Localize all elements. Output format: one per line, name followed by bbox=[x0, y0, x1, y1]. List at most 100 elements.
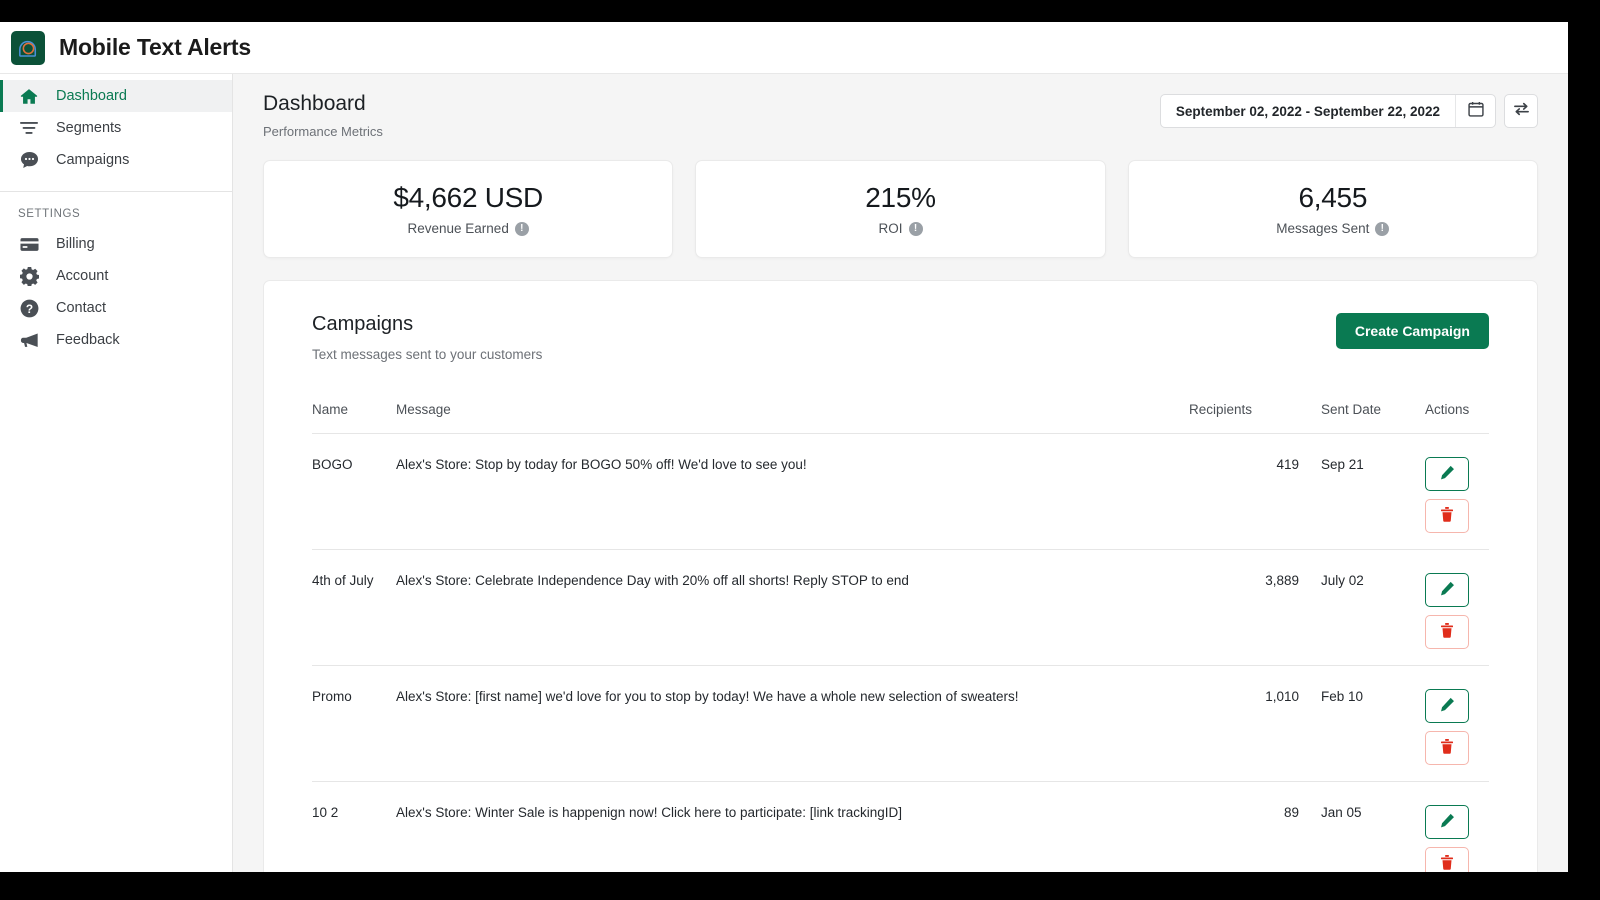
cell-name: BOGO bbox=[312, 433, 396, 550]
sidebar-item-segments[interactable]: Segments bbox=[0, 112, 232, 144]
trash-icon bbox=[1440, 507, 1454, 525]
credit-card-icon bbox=[18, 234, 40, 254]
table-row: Promo Alex's Store: [first name] we'd lo… bbox=[312, 665, 1489, 782]
sidebar-item-billing[interactable]: Billing bbox=[0, 228, 232, 260]
date-range-picker[interactable]: September 02, 2022 - September 22, 2022 bbox=[1159, 94, 1496, 128]
campaigns-subtitle: Text messages sent to your customers bbox=[312, 347, 543, 362]
metric-card-revenue: $4,662 USD Revenue Earned ! bbox=[263, 160, 674, 258]
sidebar-item-label: Dashboard bbox=[56, 88, 127, 104]
metrics-row: $4,662 USD Revenue Earned ! 215% ROI ! 6… bbox=[263, 160, 1538, 258]
sidebar-item-dashboard[interactable]: Dashboard bbox=[0, 80, 232, 112]
app-viewport: Mobile Text Alerts Dashboard Segments Ca… bbox=[0, 22, 1568, 872]
table-row: 10 2 Alex's Store: Winter Sale is happen… bbox=[312, 781, 1489, 872]
cell-name: 4th of July bbox=[312, 549, 396, 666]
delete-campaign-button[interactable] bbox=[1425, 731, 1469, 765]
campaigns-panel-header: Campaigns Text messages sent to your cus… bbox=[312, 313, 1489, 362]
cell-name: 10 2 bbox=[312, 781, 396, 872]
metric-label-text: Messages Sent bbox=[1276, 221, 1370, 236]
brand-logo-icon bbox=[11, 30, 45, 65]
edit-campaign-button[interactable] bbox=[1425, 689, 1469, 723]
cell-actions bbox=[1403, 433, 1489, 550]
info-icon[interactable]: ! bbox=[1375, 221, 1390, 236]
cell-message: Alex's Store: Winter Sale is happenign n… bbox=[396, 781, 1189, 872]
campaigns-table-body: BOGO Alex's Store: Stop by today for BOG… bbox=[312, 433, 1489, 872]
sidebar-item-label: Segments bbox=[56, 120, 122, 136]
metric-label-text: Revenue Earned bbox=[407, 221, 509, 236]
cell-recipients: 89 bbox=[1189, 781, 1299, 872]
edit-campaign-button[interactable] bbox=[1425, 573, 1469, 607]
metric-value: 6,455 bbox=[1298, 182, 1368, 213]
edit-campaign-button[interactable] bbox=[1425, 457, 1469, 491]
home-icon bbox=[18, 86, 40, 106]
column-header-recipients: Recipients bbox=[1189, 402, 1299, 434]
table-row: BOGO Alex's Store: Stop by today for BOG… bbox=[312, 433, 1489, 550]
sidebar: Dashboard Segments Campaigns SETTINGS Bi… bbox=[0, 74, 233, 872]
metric-label: Revenue Earned ! bbox=[408, 221, 529, 236]
trash-icon bbox=[1440, 855, 1454, 872]
sidebar-item-account[interactable]: Account bbox=[0, 260, 232, 292]
campaigns-table: Name Message Recipients Sent Date Action… bbox=[312, 402, 1489, 872]
delete-campaign-button[interactable] bbox=[1425, 615, 1469, 649]
column-header-message: Message bbox=[396, 402, 1189, 434]
cell-message: Alex's Store: Celebrate Independence Day… bbox=[396, 549, 1189, 666]
cell-recipients: 3,889 bbox=[1189, 549, 1299, 666]
cell-sent-date: Jan 05 bbox=[1299, 781, 1403, 872]
sidebar-item-label: Campaigns bbox=[56, 152, 130, 168]
info-icon[interactable]: ! bbox=[908, 221, 923, 236]
column-header-name: Name bbox=[312, 402, 396, 434]
delete-campaign-button[interactable] bbox=[1425, 847, 1469, 872]
cell-name: Promo bbox=[312, 665, 396, 782]
sidebar-item-feedback[interactable]: Feedback bbox=[0, 324, 232, 356]
page-subtitle: Performance Metrics bbox=[263, 124, 383, 139]
calendar-icon bbox=[1467, 101, 1484, 122]
sidebar-section-label: SETTINGS bbox=[18, 208, 81, 220]
edit-campaign-button[interactable] bbox=[1425, 805, 1469, 839]
campaigns-table-head: Name Message Recipients Sent Date Action… bbox=[312, 402, 1489, 434]
question-circle-icon: ? bbox=[18, 298, 40, 318]
chat-bubble-icon bbox=[18, 150, 40, 170]
trash-icon bbox=[1440, 739, 1454, 757]
cell-recipients: 1,010 bbox=[1189, 665, 1299, 782]
calendar-button[interactable] bbox=[1455, 95, 1495, 127]
metric-card-messages-sent: 6,455 Messages Sent ! bbox=[1127, 160, 1538, 258]
campaigns-title: Campaigns bbox=[312, 313, 414, 335]
cell-recipients: 419 bbox=[1189, 433, 1299, 550]
cell-actions bbox=[1403, 781, 1489, 872]
cell-message: Alex's Store: Stop by today for BOGO 50%… bbox=[396, 433, 1189, 550]
sidebar-item-label: Billing bbox=[56, 236, 95, 252]
compare-toggle-button[interactable] bbox=[1504, 94, 1538, 128]
sidebar-item-campaigns[interactable]: Campaigns bbox=[0, 144, 232, 176]
megaphone-icon bbox=[18, 330, 40, 350]
page-header: Dashboard Performance Metrics September … bbox=[263, 92, 1538, 139]
gear-icon bbox=[18, 266, 40, 286]
column-header-sent-date: Sent Date bbox=[1299, 402, 1403, 434]
cell-message: Alex's Store: [first name] we'd love for… bbox=[396, 665, 1189, 782]
trash-icon bbox=[1440, 623, 1454, 641]
info-icon[interactable]: ! bbox=[514, 221, 529, 236]
column-header-actions: Actions bbox=[1403, 402, 1489, 434]
pencil-icon bbox=[1440, 465, 1455, 483]
pencil-icon bbox=[1440, 813, 1455, 831]
main-content: Dashboard Performance Metrics September … bbox=[233, 74, 1568, 872]
campaigns-panel: Campaigns Text messages sent to your cus… bbox=[263, 280, 1538, 872]
delete-campaign-button[interactable] bbox=[1425, 499, 1469, 533]
filter-icon bbox=[18, 118, 40, 138]
metric-card-roi: 215% ROI ! bbox=[695, 160, 1106, 258]
cell-actions bbox=[1403, 665, 1489, 782]
metric-label: ROI ! bbox=[878, 221, 923, 236]
metric-label: Messages Sent ! bbox=[1276, 221, 1390, 236]
create-campaign-button[interactable]: Create Campaign bbox=[1335, 313, 1489, 349]
brand-title: Mobile Text Alerts bbox=[59, 34, 251, 60]
metric-value: 215% bbox=[865, 182, 936, 213]
sidebar-item-contact[interactable]: ? Contact bbox=[0, 292, 232, 324]
metric-label-text: ROI bbox=[878, 221, 903, 236]
cell-sent-date: July 02 bbox=[1299, 549, 1403, 666]
cell-sent-date: Sep 21 bbox=[1299, 433, 1403, 550]
table-header-row: Name Message Recipients Sent Date Action… bbox=[312, 402, 1489, 434]
header-controls: September 02, 2022 - September 22, 2022 bbox=[1159, 94, 1538, 128]
pencil-icon bbox=[1440, 697, 1455, 715]
sidebar-item-label: Account bbox=[56, 268, 109, 284]
svg-text:?: ? bbox=[25, 301, 32, 315]
date-range-value: September 02, 2022 - September 22, 2022 bbox=[1175, 103, 1440, 119]
sidebar-item-label: Contact bbox=[56, 300, 106, 316]
